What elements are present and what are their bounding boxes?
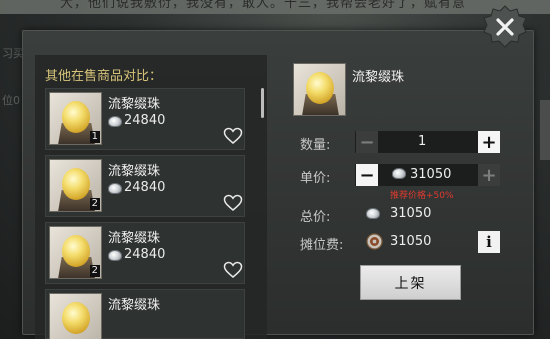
- item-name: 流黎缀珠: [108, 97, 161, 112]
- heart-icon[interactable]: [223, 127, 243, 145]
- total-value: 31050: [390, 206, 432, 221]
- stall-fee-value: 31050: [390, 234, 432, 249]
- pearl-icon: [306, 72, 334, 104]
- item-name: 流黎缀珠: [108, 298, 161, 313]
- recommend-hint: 推荐价格+50%: [390, 191, 454, 201]
- total-label: 总价:: [300, 210, 331, 225]
- silver-ingot-icon: [108, 250, 122, 261]
- stage: { "dialog_text": "大，他们说我敷衍，我没有，敢人。十三，我帮会…: [0, 0, 550, 339]
- silver-ingot-icon: [108, 116, 122, 127]
- silver-ingot-icon: [392, 168, 406, 179]
- qty-badge: 2: [89, 265, 100, 277]
- list-item[interactable]: 2 流黎缀珠 24840: [45, 222, 245, 284]
- dialog-text: 大，他们说我敷衍，我没有，敢人。十三，我帮会老好了，赋有意: [60, 0, 467, 11]
- list-for-sale-button[interactable]: 上架: [360, 265, 461, 300]
- quantity-plus-button[interactable]: +: [478, 131, 500, 153]
- qty-badge: 2: [89, 198, 100, 210]
- item-price: 24840: [124, 247, 166, 262]
- item-thumbnail: [49, 293, 102, 339]
- side-handle: [540, 100, 550, 160]
- quantity-value[interactable]: 1: [418, 134, 426, 149]
- pearl-icon: [62, 168, 90, 200]
- quantity-minus-button[interactable]: −: [356, 131, 378, 153]
- list-scrollbar[interactable]: [261, 88, 264, 118]
- unit-price-value[interactable]: 31050: [410, 167, 451, 182]
- section-title: 其他在售商品对比：: [45, 69, 163, 84]
- item-price: 24840: [124, 180, 166, 195]
- selected-item-thumbnail: [293, 63, 346, 116]
- qty-badge: 1: [89, 131, 100, 143]
- dialog-strip: 大，他们说我敷衍，我没有，敢人。十三，我帮会老好了，赋有意: [0, 0, 550, 22]
- silver-ingot-icon: [366, 208, 380, 219]
- pearl-icon: [62, 235, 90, 267]
- item-price: 24840: [124, 113, 166, 128]
- price-minus-button[interactable]: −: [356, 164, 378, 186]
- item-thumbnail: 1: [49, 92, 102, 145]
- quantity-label: 数量:: [300, 138, 331, 153]
- silver-ingot-icon: [108, 183, 122, 194]
- background-text: 习买: [2, 47, 24, 60]
- coin-icon: [366, 233, 383, 250]
- heart-icon[interactable]: [223, 261, 243, 279]
- unit-price-label: 单价:: [300, 171, 331, 186]
- list-item[interactable]: 1 流黎缀珠 24840: [45, 88, 245, 150]
- selected-item-name: 流黎缀珠: [352, 70, 405, 85]
- list-item[interactable]: 流黎缀珠: [45, 289, 245, 339]
- heart-icon[interactable]: [223, 194, 243, 212]
- list-item[interactable]: 2 流黎缀珠 24840: [45, 155, 245, 217]
- item-thumbnail: 2: [49, 159, 102, 212]
- pearl-icon: [62, 101, 90, 133]
- info-button[interactable]: i: [478, 231, 500, 253]
- item-name: 流黎缀珠: [108, 164, 161, 179]
- background-text: 位0: [2, 94, 20, 107]
- close-icon[interactable]: [483, 5, 527, 49]
- item-thumbnail: 2: [49, 226, 102, 279]
- stall-fee-label: 摊位费:: [300, 238, 344, 253]
- item-name: 流黎缀珠: [108, 231, 161, 246]
- pearl-icon: [62, 302, 90, 334]
- price-plus-button[interactable]: +: [478, 164, 500, 186]
